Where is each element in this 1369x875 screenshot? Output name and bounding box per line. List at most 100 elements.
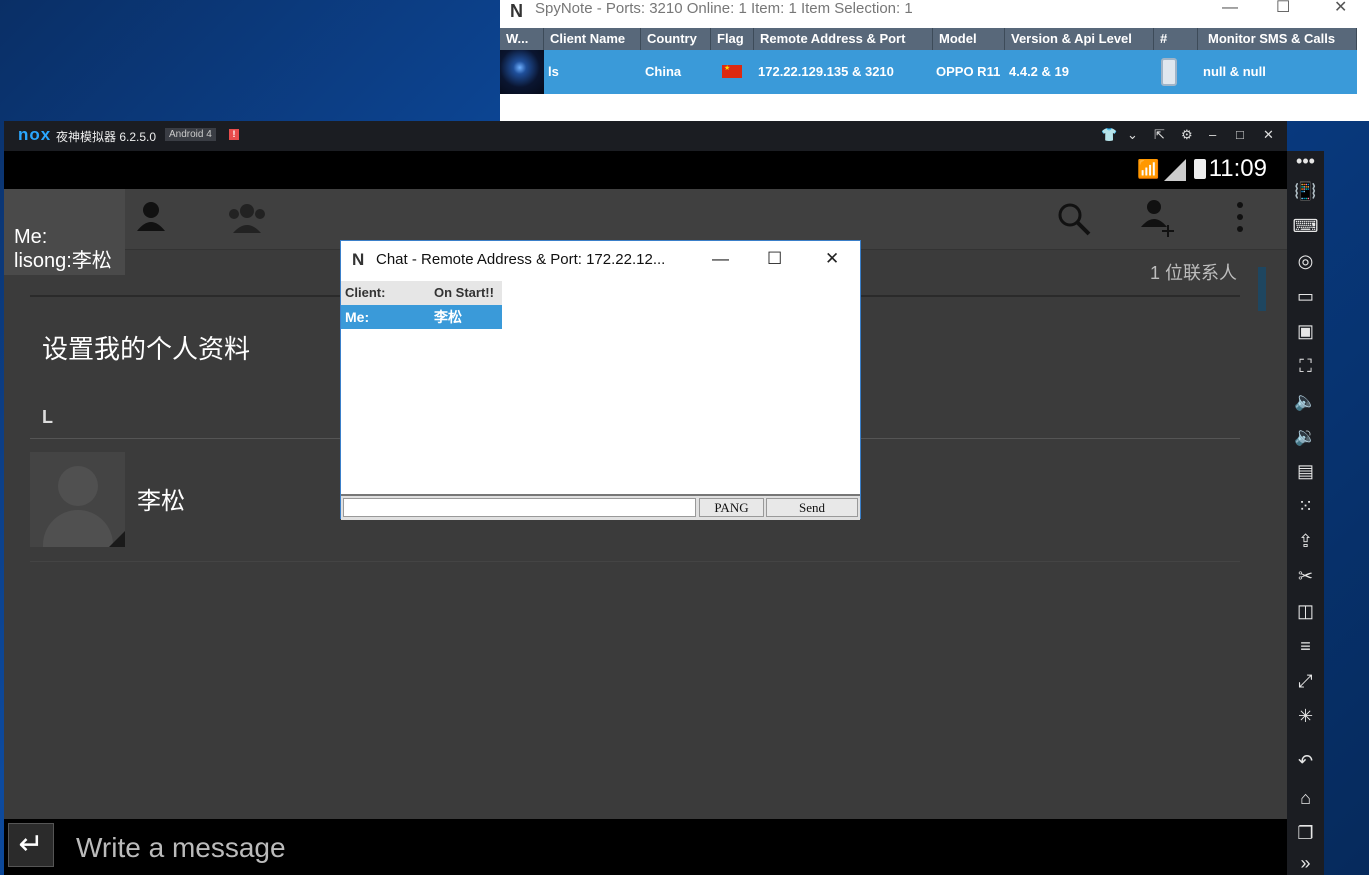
shirt-icon[interactable]: 👕 [1101, 128, 1117, 141]
flag-china-icon: ★ [722, 65, 742, 78]
alert-icon[interactable]: ! [229, 129, 239, 140]
location-icon[interactable]: ◎ [1287, 251, 1324, 271]
pang-button[interactable]: PANG [699, 498, 764, 517]
chat-message: 李松 [434, 309, 462, 325]
message-composer: ↵ [4, 819, 1287, 875]
column-header-model[interactable]: Model [933, 28, 1005, 50]
list-item[interactable]: Me: 李松 [341, 305, 502, 329]
column-header-number[interactable]: # [1154, 28, 1198, 50]
fullscreen-icon[interactable]: ⛶ [1287, 356, 1324, 376]
minimize-button[interactable]: — [1222, 0, 1238, 16]
volume-up-icon[interactable]: 🔈 [1287, 391, 1324, 411]
message-input[interactable] [74, 829, 1258, 867]
maximize-icon[interactable]: □ [1236, 128, 1244, 141]
send-button[interactable]: Send [766, 498, 858, 517]
column-header-monitor[interactable]: Monitor SMS & Calls [1198, 28, 1357, 50]
group-icon[interactable] [224, 201, 270, 243]
home-icon[interactable]: ⌂ [1287, 788, 1324, 808]
expand-icon[interactable]: » [1287, 853, 1324, 873]
version-cell: 4.4.2 & 19 [1009, 64, 1069, 79]
chat-dialog: N Chat - Remote Address & Port: 172.22.1… [340, 240, 861, 520]
nox-logo: nox [18, 125, 52, 144]
chat-maximize-button[interactable]: ☐ [767, 249, 782, 269]
country-cell: China [645, 64, 682, 79]
minimize-icon[interactable]: – [1209, 128, 1216, 141]
apk-icon[interactable]: ⇪ [1287, 531, 1324, 551]
spynote-logo-icon: N [352, 250, 365, 269]
remote-address-cell: 172.22.129.135 & 3210 [758, 64, 894, 79]
chat-header-value: On Start!! [434, 285, 494, 300]
record-icon[interactable]: ▣ [1287, 321, 1324, 341]
signal-icon [1164, 159, 1186, 181]
multi-drive-icon[interactable]: ⁙ [1287, 496, 1324, 516]
column-header-version[interactable]: Version & Api Level [1005, 28, 1154, 50]
chat-input-bar: PANG Send [341, 494, 860, 520]
toolbox-icon[interactable]: ▤ [1287, 461, 1324, 481]
nox-sidebar: ••• 📳 ⌨ ◎ ▭ ▣ ⛶ 🔈 🔉 ▤ ⁙ ⇪ ✂ ◫ ≡ ⤢ ✳ ↶ ⌂ … [1287, 151, 1324, 875]
shake-icon[interactable]: 📳 [1287, 181, 1324, 201]
me-label: Me: lisong:李松 [4, 225, 125, 275]
clients-table-header: W... Client Name Country Flag Remote Add… [500, 28, 1357, 50]
pin-icon[interactable]: ⇱ [1154, 128, 1165, 141]
battery-icon [1194, 159, 1206, 179]
multi-window-icon[interactable]: ◫ [1287, 601, 1324, 621]
add-contact-icon[interactable] [1138, 197, 1178, 245]
link-icon[interactable]: ⤢ [1287, 671, 1324, 691]
scroll-indicator [1258, 267, 1266, 311]
me-label-line2: lisong:李松 [14, 250, 112, 272]
chat-input[interactable] [343, 498, 696, 517]
nox-version: 夜神模拟器 6.2.5.0 [56, 130, 157, 144]
loading-icon[interactable]: ✳ [1287, 706, 1324, 726]
gear-icon[interactable]: ⚙ [1181, 128, 1193, 141]
phone-icon [1161, 58, 1177, 86]
chevron-down-icon[interactable]: ⌄ [1127, 128, 1138, 141]
divider [30, 561, 1240, 562]
column-header-remote-address[interactable]: Remote Address & Port [754, 28, 933, 50]
contact-name[interactable]: 李松 [137, 481, 185, 516]
wifi-icon: 📶 [1137, 159, 1160, 179]
android-version-badge: Android 4 [165, 128, 216, 141]
menu-icon[interactable]: ≡ [1287, 636, 1324, 656]
close-button[interactable]: ✕ [1334, 0, 1347, 16]
avatar[interactable] [30, 452, 125, 547]
column-header-country[interactable]: Country [641, 28, 711, 50]
column-header-client-name[interactable]: Client Name [544, 28, 641, 50]
column-header-wallpaper[interactable]: W... [500, 28, 544, 50]
maximize-button[interactable]: ☐ [1276, 0, 1290, 16]
keyboard-icon[interactable]: ⌨ [1287, 216, 1324, 236]
section-header: L [42, 407, 53, 427]
scissors-icon[interactable]: ✂ [1287, 566, 1324, 586]
close-icon[interactable]: ✕ [1263, 128, 1274, 141]
android-status-bar: 📶 11:09 [4, 151, 1287, 189]
chat-header-key: Client: [345, 285, 386, 300]
contact-count: 1 位联系人 [1149, 263, 1237, 283]
screen-icon[interactable]: ▭ [1287, 286, 1324, 306]
volume-down-icon[interactable]: 🔉 [1287, 426, 1324, 446]
me-label-line1: Me: [14, 226, 48, 248]
search-icon[interactable] [1056, 201, 1092, 245]
return-arrow-icon[interactable]: ↵ [8, 823, 54, 867]
chat-title: Chat - Remote Address & Port: 172.22.12.… [376, 251, 666, 268]
wallpaper-thumbnail [500, 50, 544, 94]
spynote-logo-icon: N [510, 1, 523, 21]
model-cell: OPPO R11 [936, 64, 1001, 79]
chat-sender: Me: [345, 309, 370, 325]
chat-minimize-button[interactable]: — [712, 249, 729, 269]
chat-log: Client: On Start!! Me: 李松 [341, 281, 502, 329]
chat-title-bar[interactable]: N Chat - Remote Address & Port: 172.22.1… [341, 241, 860, 279]
back-icon[interactable]: ↶ [1287, 751, 1324, 771]
recent-apps-icon[interactable]: ❐ [1287, 823, 1324, 843]
client-name-cell: ls [548, 64, 559, 79]
monitor-cell: null & null [1203, 64, 1266, 79]
chat-close-button[interactable]: ✕ [825, 249, 839, 269]
person-icon[interactable] [134, 199, 168, 241]
set-up-profile-item[interactable]: 设置我的个人资料 [42, 329, 250, 366]
more-icon[interactable]: ••• [1287, 151, 1324, 171]
overflow-menu-icon[interactable] [1236, 199, 1244, 243]
spynote-title-bar[interactable]: N SpyNote - Ports: 3210 Online: 1 Item: … [500, 0, 1369, 28]
column-header-flag[interactable]: Flag [711, 28, 754, 50]
table-row[interactable]: ls China ★ 172.22.129.135 & 3210 OPPO R1… [500, 50, 1357, 94]
chat-log-header: Client: On Start!! [341, 281, 502, 305]
nox-title-bar[interactable]: nox 夜神模拟器 6.2.5.0 Android 4 ! 👕 ⌄ ⇱ ⚙ – … [4, 121, 1287, 151]
clock: 11:09 [1208, 155, 1267, 182]
